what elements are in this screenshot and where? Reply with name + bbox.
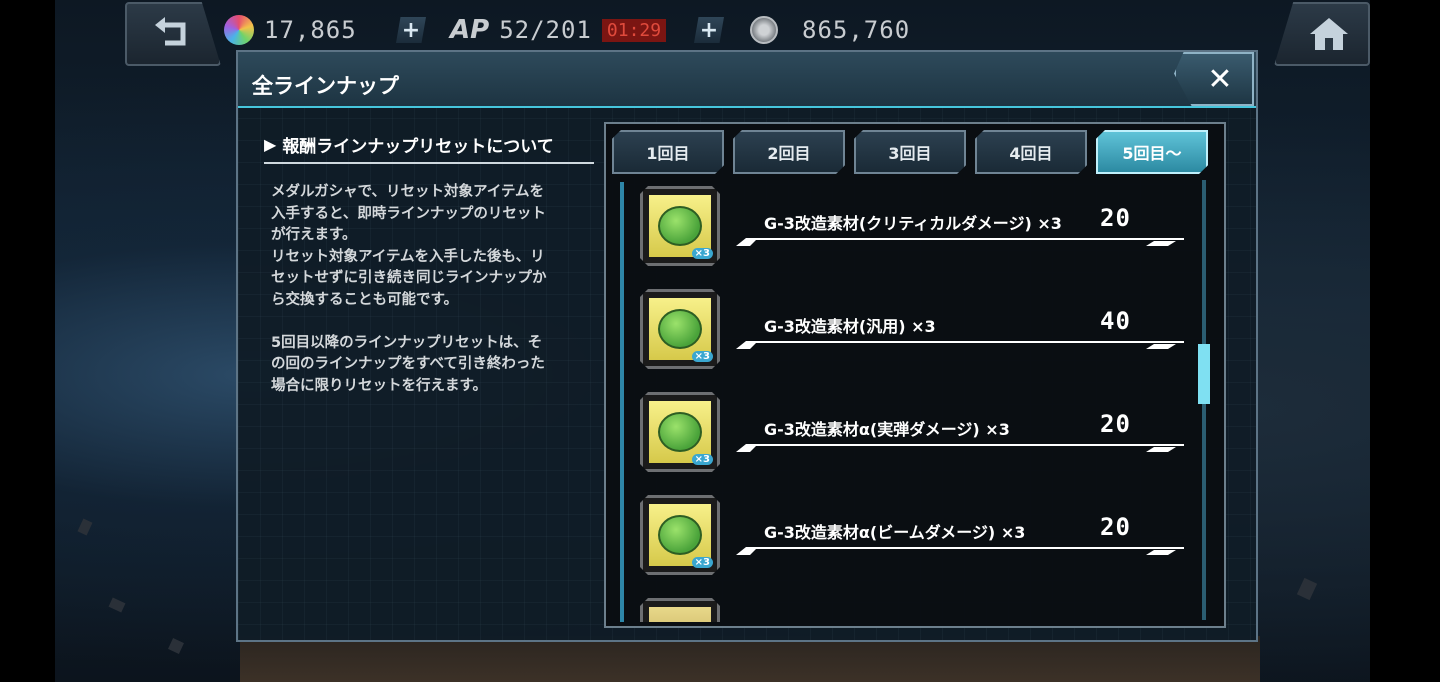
item-icon-frame: ×3 <box>640 392 720 472</box>
ap-counter: AP 52/201 01:29 <box>450 12 667 48</box>
haro-beam-icon <box>658 515 702 555</box>
tab-round-5-plus[interactable]: 5回目～ <box>1096 130 1208 174</box>
home-button[interactable] <box>1274 2 1370 66</box>
back-arrow-icon <box>155 17 186 46</box>
add-ap-button[interactable]: + <box>694 17 724 43</box>
item-underline <box>736 341 1184 349</box>
reset-info-heading: ▶ 報酬ラインナップリセットについて <box>264 132 594 164</box>
close-button[interactable]: ✕ <box>1174 52 1254 106</box>
item-icon-frame <box>640 598 720 622</box>
gem-counter: 17,865 <box>224 12 357 48</box>
item-name: G-3改造素材α(ビームダメージ) ×3 <box>764 523 1026 542</box>
item-underline <box>736 444 1184 452</box>
coin-icon <box>750 16 778 44</box>
tab-label: 4回目 <box>1009 144 1053 163</box>
item-name: G-3改造素材α(実弾ダメージ) ×3 <box>764 420 1010 439</box>
item-icon-frame: ×3 <box>640 289 720 369</box>
reset-info-body: メダルガシャで、リセット対象アイテムを 入手すると、即時ラインナップのリセット … <box>271 184 547 394</box>
reset-info-heading-text: 報酬ラインナップリセットについて <box>282 137 554 157</box>
list-item[interactable]: ×3 G-3改造素材α(実弾ダメージ) ×3 20 <box>624 388 1194 491</box>
quantity-badge: ×3 <box>691 248 713 259</box>
haro-general-icon <box>658 309 702 349</box>
dialog-title: 全ラインナップ <box>252 74 399 98</box>
quantity-badge: ×3 <box>691 351 713 362</box>
lineup-dialog: 全ラインナップ ✕ ▶ 報酬ラインナップリセットについて メダルガシャで、リセッ… <box>236 50 1258 642</box>
tab-round-3[interactable]: 3回目 <box>854 130 966 174</box>
item-name: G-3改造素材(クリティカルダメージ) ×3 <box>764 214 1062 233</box>
tab-label: 3回目 <box>888 144 932 163</box>
reset-info-section: ▶ 報酬ラインナップリセットについて メダルガシャで、リセット対象アイテムを 入… <box>264 132 594 397</box>
background-ground <box>240 636 1260 682</box>
lineup-list-panel: 1回目 2回目 3回目 4回目 5回目～ ×3 G-3改造素材(クリティカルダメ… <box>604 122 1226 628</box>
item-underline <box>736 238 1184 246</box>
back-button[interactable] <box>125 2 221 66</box>
list-item[interactable]: ×3 G-3改造素材(クリティカルダメージ) ×3 20 <box>624 182 1194 285</box>
coin-count: 865,760 <box>802 16 911 44</box>
item-icon-frame: ×3 <box>640 186 720 266</box>
close-icon: ✕ <box>1207 61 1233 97</box>
tab-label: 2回目 <box>767 144 811 163</box>
home-icon <box>1310 18 1348 50</box>
add-gems-button[interactable]: + <box>396 17 426 43</box>
haro-ballistic-icon <box>658 412 702 452</box>
list-item[interactable]: ×3 G-3改造素材α(ビームダメージ) ×3 20 <box>624 491 1194 594</box>
item-price: 20 <box>1100 204 1131 232</box>
haro-critical-icon <box>658 206 702 246</box>
item-price: 20 <box>1100 410 1131 438</box>
gem-count: 17,865 <box>264 16 357 44</box>
quantity-badge: ×3 <box>691 454 713 465</box>
tab-round-4[interactable]: 4回目 <box>975 130 1087 174</box>
tab-round-2[interactable]: 2回目 <box>733 130 845 174</box>
tab-label: 1回目 <box>646 144 690 163</box>
item-price: 20 <box>1100 513 1131 541</box>
item-underline <box>736 547 1184 555</box>
list-item-partial[interactable] <box>624 594 1194 622</box>
item-icon-frame: ×3 <box>640 495 720 575</box>
round-tabs: 1回目 2回目 3回目 4回目 5回目～ <box>612 130 1208 174</box>
list-item[interactable]: ×3 G-3改造素材(汎用) ×3 40 <box>624 285 1194 388</box>
coin-counter: 865,760 <box>750 12 910 48</box>
dialog-header: 全ラインナップ ✕ <box>238 52 1256 108</box>
item-price: 40 <box>1100 307 1131 335</box>
ap-timer: 01:29 <box>601 18 667 42</box>
triangle-icon: ▶ <box>264 135 277 154</box>
ap-value: 52/201 <box>499 16 592 44</box>
item-name: G-3改造素材(汎用) ×3 <box>764 317 936 336</box>
reward-list[interactable]: ×3 G-3改造素材(クリティカルダメージ) ×3 20 ×3 G-3改造素材(… <box>620 182 1194 622</box>
gem-icon <box>224 15 254 45</box>
quantity-badge: ×3 <box>691 557 713 568</box>
ap-label: AP <box>450 15 490 45</box>
scrollbar-thumb[interactable] <box>1198 344 1210 404</box>
tab-round-1[interactable]: 1回目 <box>612 130 724 174</box>
tab-label: 5回目～ <box>1122 144 1182 163</box>
